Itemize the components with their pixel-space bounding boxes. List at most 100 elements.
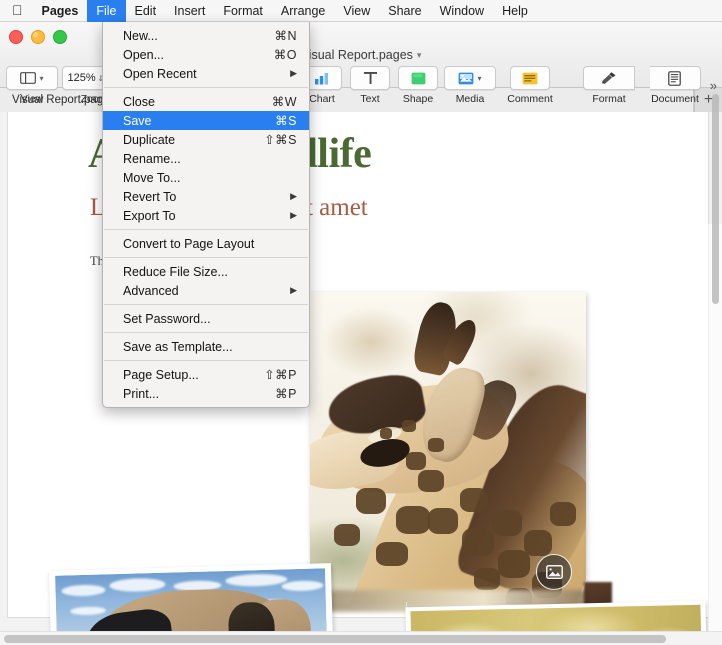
menu-separator bbox=[104, 87, 308, 88]
toolbar-view-button[interactable]: ▾ View bbox=[8, 66, 56, 105]
shape-chip[interactable] bbox=[398, 66, 438, 90]
file-menu-item-move-to[interactable]: Move To... bbox=[103, 168, 309, 187]
file-menu-item-advanced[interactable]: Advanced ▶ bbox=[103, 281, 309, 300]
text-t-icon bbox=[363, 71, 378, 85]
giraffe-spot bbox=[498, 550, 530, 578]
menu-item-pages[interactable]: Pages bbox=[33, 0, 88, 22]
view-chip[interactable]: ▾ bbox=[6, 66, 58, 90]
label: New... bbox=[123, 29, 262, 43]
file-menu-item-page-setup[interactable]: Page Setup... ⇧⌘P bbox=[103, 365, 309, 384]
label: Print... bbox=[123, 387, 263, 401]
file-menu-item-revert-to[interactable]: Revert To ▶ bbox=[103, 187, 309, 206]
file-menu-item-set-password[interactable]: Set Password... bbox=[103, 309, 309, 328]
submenu-arrow-icon: ▶ bbox=[278, 191, 297, 202]
toolbar-shape-button[interactable]: Shape bbox=[395, 66, 441, 105]
image-placeholder-icon[interactable] bbox=[536, 554, 572, 590]
system-menu-bar:  Pages File Edit Insert Format Arrange … bbox=[0, 0, 722, 22]
document-chip[interactable] bbox=[650, 66, 701, 90]
giraffe-spot bbox=[402, 420, 416, 432]
shortcut: ⌘S bbox=[263, 113, 297, 128]
giraffe-spot bbox=[524, 530, 552, 556]
minimize-window-button[interactable] bbox=[31, 30, 45, 44]
format-chip[interactable] bbox=[583, 66, 635, 90]
giraffe-spot bbox=[380, 428, 392, 439]
menu-item-window[interactable]: Window bbox=[431, 0, 493, 22]
media-chip[interactable]: ▾ bbox=[444, 66, 496, 90]
label: Set Password... bbox=[123, 312, 297, 326]
menu-item-file[interactable]: File bbox=[87, 0, 125, 22]
label: Save bbox=[123, 114, 263, 128]
horizontal-scroll-track[interactable] bbox=[0, 631, 722, 645]
menu-separator bbox=[104, 257, 308, 258]
menu-item-insert[interactable]: Insert bbox=[165, 0, 214, 22]
submenu-arrow-icon: ▶ bbox=[278, 210, 297, 221]
menu-item-share[interactable]: Share bbox=[379, 0, 430, 22]
bar-chart-icon bbox=[314, 72, 331, 85]
toolbar-media-button[interactable]: ▾ Media bbox=[443, 66, 497, 105]
comment-chip[interactable] bbox=[510, 66, 550, 90]
close-window-button[interactable] bbox=[9, 30, 23, 44]
text-chip[interactable] bbox=[350, 66, 390, 90]
view-button-inner[interactable]: ▾ View bbox=[9, 66, 55, 105]
apple-logo-icon[interactable]:  bbox=[6, 0, 33, 22]
text-label: Text bbox=[360, 93, 379, 105]
shortcut: ⇧⌘S bbox=[252, 132, 297, 147]
giraffe-spot bbox=[550, 502, 576, 526]
label: Move To... bbox=[123, 171, 297, 185]
shortcut: ⌘P bbox=[263, 386, 297, 401]
media-label: Media bbox=[456, 93, 485, 105]
file-menu-item-reduce-file-size[interactable]: Reduce File Size... bbox=[103, 262, 309, 281]
submenu-arrow-icon: ▶ bbox=[278, 285, 297, 296]
file-menu-item-print[interactable]: Print... ⌘P bbox=[103, 384, 309, 403]
chevron-down-icon[interactable]: ▾ bbox=[39, 74, 43, 83]
shortcut: ⌘O bbox=[262, 47, 297, 62]
label: Convert to Page Layout bbox=[123, 237, 297, 251]
chevron-down-icon[interactable]: ▾ bbox=[417, 50, 422, 60]
label: Page Setup... bbox=[123, 368, 252, 382]
toolbar-comment-button[interactable]: Comment bbox=[499, 66, 561, 105]
menu-item-help[interactable]: Help bbox=[493, 0, 537, 22]
shape-label: Shape bbox=[403, 93, 433, 105]
vertical-scrollbar[interactable] bbox=[712, 94, 719, 304]
comment-note-icon bbox=[522, 72, 538, 85]
maximize-window-button[interactable] bbox=[53, 30, 67, 44]
label: Advanced bbox=[123, 284, 278, 298]
file-menu-item-close[interactable]: Close ⌘W bbox=[103, 92, 309, 111]
giraffe-spot bbox=[460, 488, 488, 512]
menu-item-arrange[interactable]: Arrange bbox=[272, 0, 334, 22]
toolbar-format-button[interactable]: Format bbox=[581, 66, 637, 105]
file-menu-item-rename[interactable]: Rename... bbox=[103, 149, 309, 168]
giraffe-photo[interactable] bbox=[310, 292, 586, 604]
giraffe-spot bbox=[418, 470, 444, 492]
giraffe-spot bbox=[474, 568, 500, 590]
label: Reduce File Size... bbox=[123, 265, 297, 279]
menu-item-edit[interactable]: Edit bbox=[126, 0, 166, 22]
label: Export To bbox=[123, 209, 278, 223]
file-menu-item-open-recent[interactable]: Open Recent ▶ bbox=[103, 64, 309, 83]
giraffe-spot bbox=[428, 508, 458, 534]
toolbar-document-button[interactable]: Document bbox=[639, 66, 711, 105]
green-square-shape-icon bbox=[411, 72, 426, 85]
file-menu-item-export-to[interactable]: Export To ▶ bbox=[103, 206, 309, 225]
shortcut: ⇧⌘P bbox=[252, 367, 297, 382]
menu-separator bbox=[104, 229, 308, 230]
toolbar-insert-group: Chart Text Shape bbox=[298, 66, 562, 105]
menu-item-format[interactable]: Format bbox=[214, 0, 272, 22]
shortcut: ⌘W bbox=[260, 94, 297, 109]
file-menu-item-open[interactable]: Open... ⌘O bbox=[103, 45, 309, 64]
toolbar-overflow-button[interactable]: » bbox=[710, 78, 716, 93]
horizontal-scrollbar[interactable] bbox=[4, 635, 666, 643]
toolbar-text-button[interactable]: Text bbox=[347, 66, 393, 105]
giraffe-spot bbox=[406, 452, 426, 470]
toolbar-inspector-group: Format Document bbox=[580, 66, 712, 105]
file-menu-item-new[interactable]: New... ⌘N bbox=[103, 26, 309, 45]
chevron-down-icon[interactable]: ▾ bbox=[477, 74, 481, 83]
file-menu-item-convert-to-page-layout[interactable]: Convert to Page Layout bbox=[103, 234, 309, 253]
file-menu-item-duplicate[interactable]: Duplicate ⇧⌘S bbox=[103, 130, 309, 149]
file-menu-item-save-as-template[interactable]: Save as Template... bbox=[103, 337, 309, 356]
view-label: View bbox=[21, 93, 44, 105]
file-dropdown-menu[interactable]: New... ⌘N Open... ⌘O Open Recent ▶ Close… bbox=[102, 22, 310, 408]
menu-item-view[interactable]: View bbox=[334, 0, 379, 22]
file-menu-item-save[interactable]: Save ⌘S bbox=[103, 111, 309, 130]
elephant-photo[interactable] bbox=[49, 563, 333, 631]
